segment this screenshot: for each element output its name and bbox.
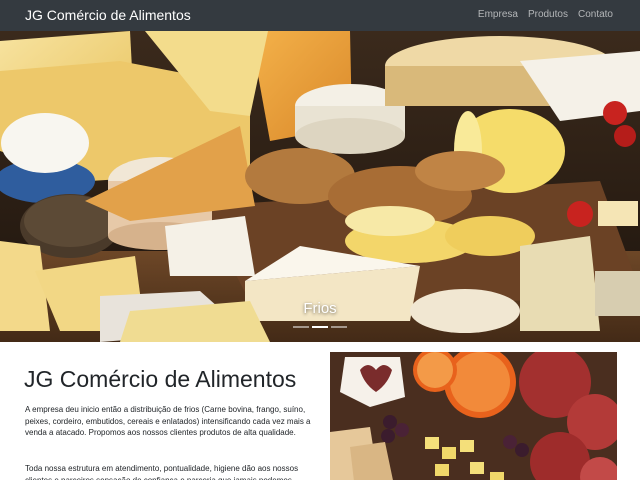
carousel-indicator-2[interactable] [312,326,328,328]
carousel-indicators [0,326,640,328]
charcuterie-board-image [330,352,617,480]
carousel-caption: Frios [303,300,337,317]
intro-paragraph: A empresa deu inicio então a distribuiçã… [25,405,311,437]
nav-link-produtos[interactable]: Produtos [528,9,568,20]
nav-link-contato[interactable]: Contato [578,9,613,20]
about-section: JG Comércio de Alimentos A empresa deu i… [0,342,640,480]
navbar-brand[interactable]: JG Comércio de Alimentos [25,7,191,23]
carousel-indicator-1[interactable] [293,326,309,328]
nav-link-empresa[interactable]: Empresa [478,9,518,20]
nav-links: Empresa Produtos Contato [478,9,613,20]
top-navbar: JG Comércio de Alimentos Empresa Produto… [0,0,640,31]
hero-carousel[interactable]: Frios [0,31,640,342]
structure-paragraph: Toda nossa estrutura em atendimento, pon… [25,464,299,480]
section-title: JG Comércio de Alimentos [24,366,297,392]
carousel-indicator-3[interactable] [331,326,347,328]
cheese-platter-image [0,31,640,342]
